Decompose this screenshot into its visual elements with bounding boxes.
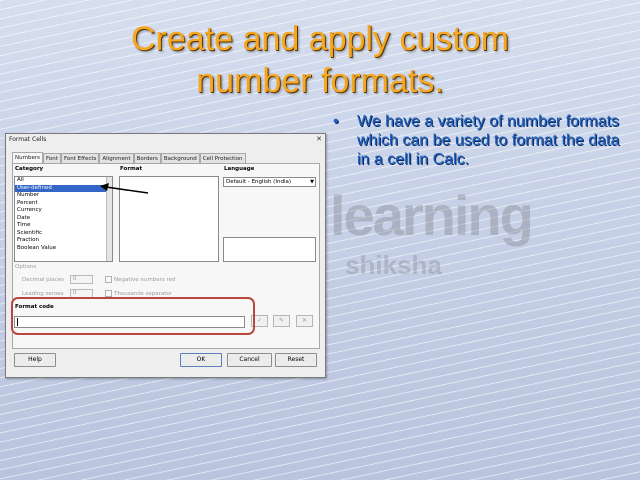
cancel-button[interactable]: Cancel xyxy=(227,353,272,367)
dialog-tabs: Numbers Font Font Effects Alignment Bord… xyxy=(12,152,246,164)
watermark-logo-sub: shiksha xyxy=(345,250,442,280)
chevron-down-icon: ▼ xyxy=(310,179,314,185)
slide-title-line-2: number formats. xyxy=(196,62,444,100)
language-label: Language xyxy=(224,166,255,172)
ok-button[interactable]: OK xyxy=(180,353,222,367)
category-item-currency[interactable]: Currency xyxy=(15,207,112,215)
category-item-time[interactable]: Time xyxy=(15,222,112,230)
negative-red-checkbox[interactable] xyxy=(105,276,112,283)
watermark-logo: learning xyxy=(330,184,534,247)
thousands-separator-checkbox[interactable] xyxy=(105,290,112,297)
category-item-boolean[interactable]: Boolean Value xyxy=(15,245,112,253)
language-value: Default - English (India) xyxy=(226,179,291,185)
format-preview xyxy=(223,237,316,262)
decimal-places-label: Decimal places xyxy=(22,277,64,283)
category-item-fraction[interactable]: Fraction xyxy=(15,237,112,245)
dialog-title: Format Cells xyxy=(9,136,47,143)
bullet-point: • We have a variety of number formats wh… xyxy=(333,112,623,169)
format-code-highlight xyxy=(11,297,255,335)
bullet-icon: • xyxy=(333,113,339,130)
slide-title: Create and apply custom number formats. xyxy=(40,18,600,102)
slide-background: learning shiksha Create and apply custom… xyxy=(0,0,640,480)
close-icon[interactable]: ✕ xyxy=(316,135,322,143)
category-item-date[interactable]: Date xyxy=(15,215,112,223)
edit-comment-icon[interactable]: ✎ xyxy=(273,315,290,327)
negative-red-label: Negative numbers red xyxy=(114,277,176,283)
slide-title-line-1: Create and apply custom xyxy=(131,20,509,58)
options-label: Options xyxy=(15,264,37,270)
language-select[interactable]: Default - English (India) ▼ xyxy=(223,177,316,187)
bullet-text: We have a variety of number formats whic… xyxy=(357,113,620,168)
reset-button[interactable]: Reset xyxy=(275,353,317,367)
delete-code-icon[interactable]: ✕ xyxy=(296,315,313,327)
category-label: Category xyxy=(15,166,44,172)
category-item-percent[interactable]: Percent xyxy=(15,200,112,208)
format-label: Format xyxy=(120,166,143,172)
pointer-arrow-icon xyxy=(100,183,149,194)
decimal-places-stepper[interactable]: 0 xyxy=(70,275,93,284)
help-button[interactable]: Help xyxy=(14,353,56,367)
category-item-scientific[interactable]: Scientific xyxy=(15,230,112,238)
